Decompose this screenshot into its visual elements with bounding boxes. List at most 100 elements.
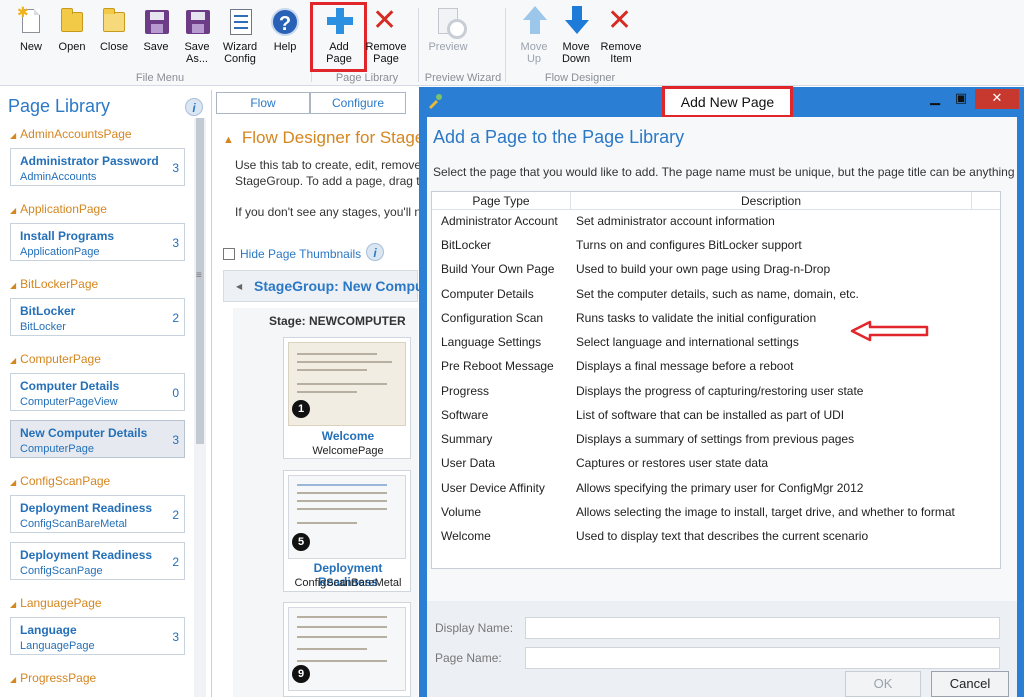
library-card[interactable]: Administrator Password AdminAccounts 3 — [10, 148, 185, 186]
library-scrollbar[interactable] — [194, 118, 206, 697]
flow-designer-panel: Flow Configure ▲ Flow Designer for Stage … — [213, 90, 428, 697]
category-header[interactable]: ◢ BitLockerPage — [10, 277, 98, 291]
add-new-page-dialog: Add New Page ▁ ▣ ✕ Add a Page to the Pag… — [419, 86, 1024, 697]
list-item[interactable]: Welcome Used to display text that describ… — [432, 526, 1000, 548]
stage-label: Stage: NEWCOMPUTER — [269, 314, 406, 328]
close-file-icon — [98, 6, 130, 38]
new-document-icon: ✱ — [15, 5, 47, 38]
category-header[interactable]: ◢ ConfigScanPage — [10, 474, 110, 488]
cancel-button[interactable]: Cancel — [931, 671, 1009, 697]
tab-flow[interactable]: Flow — [216, 92, 310, 114]
collapse-arrow-icon[interactable]: ◀ — [236, 282, 242, 291]
library-card[interactable]: Language LanguagePage 3 — [10, 617, 185, 655]
page-thumbnail-card[interactable]: 5 Deployment Readiness ConfigScanBareMet… — [283, 470, 411, 592]
save-as-icon — [181, 6, 213, 38]
dialog-title-highlight: Add New Page — [662, 86, 793, 118]
list-item[interactable]: User Device Affinity Allows specifying th… — [432, 478, 1000, 500]
list-item[interactable]: User Data Captures or restores user state… — [432, 453, 1000, 475]
list-item[interactable]: Progress Displays the progress of capturi… — [432, 381, 1000, 403]
library-card[interactable]: Install Programs ApplicationPage 3 — [10, 223, 185, 261]
floppy-disk-icon — [140, 6, 172, 38]
list-item[interactable]: Administrator Account Set administrator a… — [432, 211, 1000, 233]
page-library-panel: Page Library i ◢ AdminAccountsPage Admini… — [0, 90, 212, 697]
display-name-input[interactable] — [525, 617, 1000, 639]
splitter-grip-icon[interactable]: ≡ — [196, 270, 202, 281]
maximize-icon[interactable]: ▣ — [949, 89, 973, 109]
dialog-heading: Add a Page to the Page Library — [433, 127, 685, 147]
add-page-highlight — [310, 2, 367, 72]
open-button[interactable]: Open — [51, 6, 93, 53]
file-menu-group-label: File Menu — [135, 72, 185, 84]
page-card-subtitle: ConfigScanBareMetal — [294, 577, 402, 589]
list-item[interactable]: Computer Details Set the computer details… — [432, 284, 1000, 306]
column-header-page-type[interactable]: Page Type — [432, 194, 570, 208]
page-type-list[interactable]: Page Type Description Administrator Acco… — [431, 191, 1001, 569]
page-name-label: Page Name: — [435, 651, 502, 665]
info-icon[interactable]: i — [366, 243, 384, 261]
scrollbar-thumb[interactable] — [196, 118, 204, 444]
hide-thumbnails-checkbox[interactable] — [223, 248, 235, 260]
close-icon[interactable]: ✕ — [975, 89, 1019, 109]
wizard-config-button[interactable]: Wizard Config — [219, 6, 261, 65]
checklist-icon — [224, 6, 256, 38]
category-header[interactable]: ◢ AdminAccountsPage — [10, 127, 132, 141]
column-divider — [971, 192, 972, 210]
close-button[interactable]: Close — [93, 6, 135, 53]
dialog-body: Add a Page to the Page Library Select th… — [427, 117, 1017, 697]
info-icon[interactable]: i — [185, 98, 203, 116]
preview-wizard-group-label: Preview Wizard — [424, 72, 502, 84]
flow-designer-title: ▲ Flow Designer for Stage — [223, 128, 425, 147]
tab-configure[interactable]: Configure — [310, 92, 406, 114]
page-library-title: Page Library — [8, 96, 111, 116]
help-icon: ? — [269, 6, 301, 38]
category-header[interactable]: ◢ LanguagePage — [10, 596, 102, 610]
display-name-label: Display Name: — [435, 621, 514, 635]
list-item[interactable]: Build Your Own Page Used to build your ow… — [432, 259, 1000, 281]
arrow-up-icon — [518, 6, 550, 38]
stage-group-header[interactable]: ◀ StageGroup: New Compu — [223, 270, 424, 302]
page-order-badge: 9 — [292, 665, 310, 683]
page-order-badge: 5 — [292, 533, 310, 551]
dialog-titlebar[interactable]: Add New Page ▁ ▣ ✕ — [419, 86, 1024, 118]
flow-help-text-2: StageGroup. To add a page, drag th — [235, 174, 427, 188]
save-button[interactable]: Save — [135, 6, 177, 53]
library-card[interactable]: BitLocker BitLocker 2 — [10, 298, 185, 336]
list-item[interactable]: Summary Displays a summary of settings fr… — [432, 429, 1000, 451]
list-item[interactable]: Volume Allows selecting the image to inst… — [432, 502, 1000, 524]
page-name-input[interactable] — [525, 647, 1000, 669]
category-header[interactable]: ◢ ApplicationPage — [10, 202, 107, 216]
dialog-title: Add New Page — [680, 94, 775, 110]
remove-item-button[interactable]: ✕ Remove Item — [600, 4, 642, 66]
minimize-icon[interactable]: ▁ — [923, 89, 947, 109]
category-header[interactable]: ◢ ProgressPage — [10, 671, 96, 685]
page-order-badge: 1 — [292, 400, 310, 418]
list-item[interactable]: BitLocker Turns on and configures BitLock… — [432, 235, 1000, 257]
list-item[interactable]: Software List of software that can be ins… — [432, 405, 1000, 427]
ribbon-separator — [418, 8, 419, 82]
move-up-button[interactable]: Move Up — [513, 6, 555, 65]
preview-magnifier-icon — [432, 6, 467, 39]
new-button[interactable]: ✱ New — [10, 5, 52, 53]
ok-button[interactable]: OK — [845, 671, 921, 697]
move-down-button[interactable]: Move Down — [555, 6, 597, 65]
list-header: Page Type Description — [432, 192, 1000, 210]
save-as-button[interactable]: Save As... — [176, 6, 218, 65]
column-header-description[interactable]: Description — [571, 194, 971, 208]
library-card-selected[interactable]: New Computer Details ComputerPage 3 — [10, 420, 185, 458]
dialog-form-area: Display Name: Page Name: — [427, 601, 1017, 697]
library-card[interactable]: Computer Details ComputerPageView 0 — [10, 373, 185, 411]
dialog-subtitle: Select the page that you would like to a… — [433, 165, 1015, 179]
remove-page-button[interactable]: ✕ Remove Page — [364, 4, 408, 66]
library-card[interactable]: Deployment Readiness ConfigScanPage 2 — [10, 542, 185, 580]
red-x-icon: ✕ — [372, 4, 398, 37]
library-card[interactable]: Deployment Readiness ConfigScanBareMetal… — [10, 495, 185, 533]
app-icon — [429, 94, 442, 109]
ribbon-toolbar: ✱ New Open Close Save Save As... Wizard … — [0, 0, 1024, 86]
category-header[interactable]: ◢ ComputerPage — [10, 352, 101, 366]
preview-button[interactable]: Preview — [425, 6, 471, 53]
page-thumbnail-card[interactable]: 1 Welcome WelcomePage — [283, 337, 411, 459]
page-thumbnail-card[interactable]: 9 — [283, 602, 411, 697]
list-item[interactable]: Pre Reboot Message Displays a final messa… — [432, 356, 1000, 378]
red-x-icon: ✕ — [607, 4, 633, 37]
help-button[interactable]: ? Help — [264, 6, 306, 53]
